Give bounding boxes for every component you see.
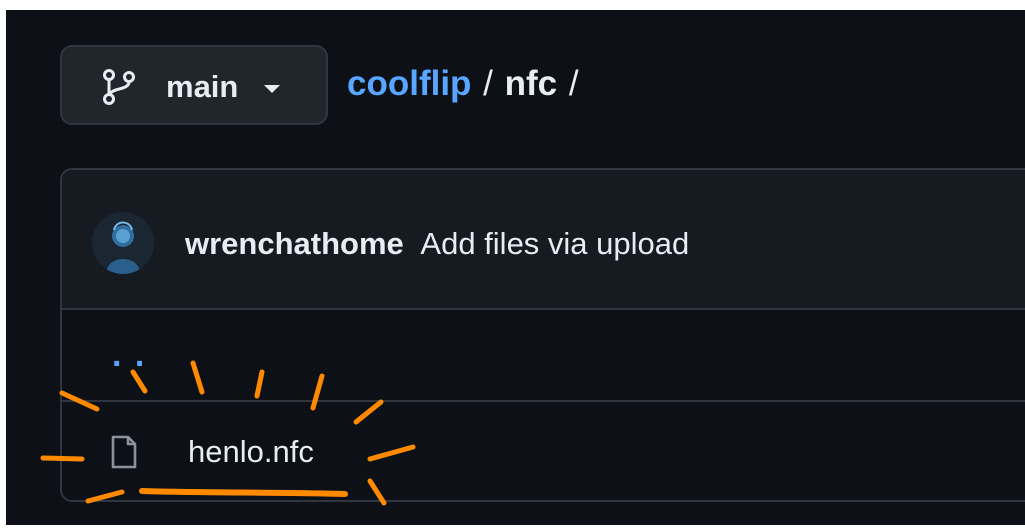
breadcrumb-trailing-separator: / bbox=[568, 64, 579, 103]
latest-commit-row: wrenchathome Add files via upload bbox=[62, 170, 1025, 310]
repo-browser: main coolflip / nfc / wrenchathome Add f… bbox=[6, 10, 1025, 525]
breadcrumb-owner-link[interactable]: coolflip bbox=[347, 64, 471, 103]
branch-selector-button[interactable]: main bbox=[60, 45, 328, 125]
parent-directory-row[interactable]: . . bbox=[62, 310, 1025, 402]
user-avatar[interactable] bbox=[92, 212, 154, 274]
avatar-image bbox=[92, 212, 154, 274]
branch-name: main bbox=[166, 69, 239, 104]
breadcrumb-current-folder: nfc bbox=[504, 64, 558, 103]
commit-message[interactable]: Add files via upload bbox=[420, 226, 689, 261]
breadcrumb: coolflip / nfc / bbox=[347, 62, 581, 106]
commit-author-link[interactable]: wrenchathome bbox=[185, 226, 404, 261]
git-branch-icon bbox=[103, 69, 135, 105]
parent-directory-link[interactable]: . . bbox=[112, 338, 146, 372]
screenshot-frame: main coolflip / nfc / wrenchathome Add f… bbox=[0, 0, 1025, 530]
file-name-link[interactable]: henlo.nfc bbox=[188, 432, 314, 472]
chevron-down-icon bbox=[264, 85, 280, 93]
commit-summary: wrenchathome Add files via upload bbox=[185, 222, 689, 266]
file-icon bbox=[111, 435, 137, 469]
file-list: wrenchathome Add files via upload . . he… bbox=[60, 168, 1025, 502]
file-row[interactable]: henlo.nfc bbox=[62, 402, 1025, 500]
breadcrumb-separator: / bbox=[483, 64, 493, 103]
